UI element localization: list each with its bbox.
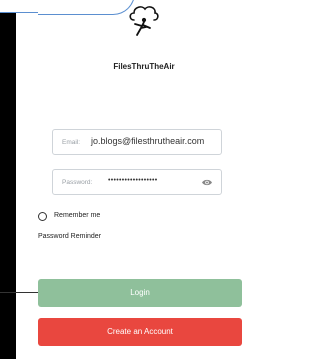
password-label: Password:: [62, 179, 93, 186]
app-title: FilesThruTheAir: [113, 62, 175, 71]
create-account-button[interactable]: Create an Account: [38, 318, 242, 346]
login-screen: FilesThruTheAir Email: jo.blogs@filesthr…: [0, 0, 250, 359]
password-value: ••••••••••••••••••: [108, 177, 158, 184]
login-button[interactable]: Login: [38, 279, 242, 307]
remember-me-radio[interactable]: [38, 212, 47, 221]
email-field[interactable]: Email: jo.blogs@filesthrutheair.com: [52, 129, 222, 155]
remember-me-label: Remember me: [54, 212, 101, 219]
cloud-flyer-logo-icon: [129, 6, 159, 36]
email-label: Email:: [62, 139, 81, 146]
password-field[interactable]: Password: ••••••••••••••••••: [52, 169, 222, 195]
annotation-pointer-line: [0, 292, 42, 293]
callout-line: [0, 0, 40, 13]
eye-icon[interactable]: [201, 178, 213, 187]
callout-bubble-edge: [38, 0, 135, 15]
email-value: jo.blogs@filesthrutheair.com: [91, 136, 205, 146]
left-panel-edge: [0, 0, 16, 359]
password-reminder-link[interactable]: Password Reminder: [38, 233, 101, 240]
